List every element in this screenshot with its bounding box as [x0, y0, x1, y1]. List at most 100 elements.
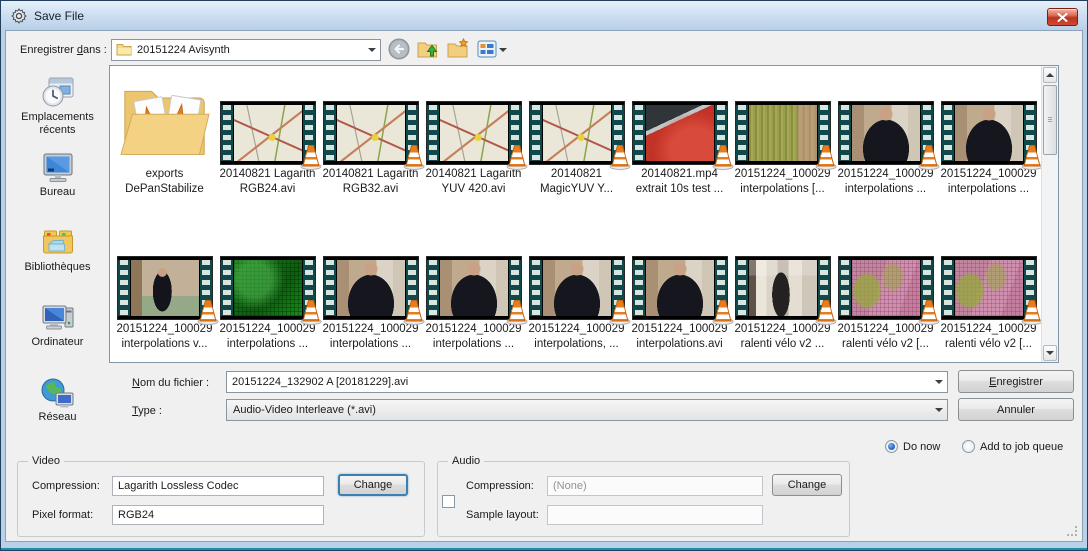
- file-name-line: exports: [145, 168, 184, 180]
- look-in-value: 20151224 Avisynth: [137, 44, 230, 56]
- video-frame: [233, 260, 302, 316]
- file-name: 20151224_100029 ralenti vélo v2 [...: [941, 322, 1037, 352]
- thumbnail: [220, 68, 321, 170]
- do-now-radio-icon[interactable]: [885, 440, 898, 453]
- file-item[interactable]: exports DePanStabilize: [114, 68, 215, 197]
- file-item[interactable]: 20151224_100029 interpolations, ...: [526, 223, 630, 352]
- filename-label: Nom du fichier :: [132, 377, 210, 389]
- thumbnail: [323, 68, 424, 170]
- file-name-line: ralenti vélo v2 ...: [740, 338, 825, 350]
- file-item[interactable]: 20140821 MagicYUV Y...: [526, 68, 630, 197]
- file-item[interactable]: 20140821.mp4 extrait 10s test ...: [629, 68, 733, 197]
- radio-add-to-job-queue[interactable]: Add to job queue: [962, 440, 1063, 453]
- file-item[interactable]: 20140821 Lagarith RGB32.avi: [320, 68, 424, 197]
- film-sprocket-left: [426, 260, 439, 316]
- video-change-button[interactable]: Change: [338, 474, 408, 496]
- scroll-down-button[interactable]: [1043, 345, 1057, 361]
- titlebar: Save File: [1, 1, 1087, 30]
- vlc-cone-icon: [1020, 297, 1041, 325]
- filename-dropdown-caret-icon[interactable]: [930, 372, 947, 392]
- close-button[interactable]: [1047, 8, 1078, 26]
- file-item[interactable]: 20151224_100029 ralenti vélo v2 [...: [938, 223, 1041, 352]
- back-icon: [388, 38, 410, 63]
- video-frame: [542, 105, 611, 161]
- video-thumbnail: [323, 257, 424, 325]
- file-name-line: ralenti vélo v2 [...: [945, 338, 1032, 350]
- file-item[interactable]: 20151224_100029 interpolations ...: [835, 68, 939, 197]
- film-sprocket-left: [323, 260, 336, 316]
- file-name: 20151224_100029 interpolations ...: [426, 322, 522, 352]
- add-queue-radio-icon[interactable]: [962, 440, 975, 453]
- sidebar-item-label: Bureau: [39, 186, 76, 198]
- audio-change-button[interactable]: Change: [772, 474, 842, 496]
- vlc-cone-icon: [505, 297, 529, 325]
- pixel-format-label: Pixel format:: [32, 509, 94, 521]
- video-frame: [645, 260, 714, 316]
- file-row: exports DePanStabilize 20140821 Lagarith RG…: [110, 68, 1041, 197]
- sidebar-item-computer[interactable]: Ordinateur: [10, 296, 106, 371]
- vlc-cone-icon: [1020, 142, 1041, 170]
- video-thumbnail: [117, 257, 218, 325]
- folder-icon: [119, 76, 211, 164]
- video-thumbnail: [529, 102, 630, 170]
- sidebar-item-desktop[interactable]: Bureau: [10, 146, 106, 221]
- video-frame: [439, 105, 508, 161]
- file-name-line: interpolations [...: [740, 183, 825, 195]
- file-item[interactable]: 20140821 Lagarith YUV 420.avi: [423, 68, 527, 197]
- look-in-combobox[interactable]: 20151224 Avisynth: [111, 39, 381, 61]
- file-name-line: interpolations ...: [226, 338, 309, 350]
- scrollbar[interactable]: [1041, 66, 1058, 362]
- video-thumbnail: [426, 257, 527, 325]
- computer-icon: [40, 296, 76, 336]
- type-value: Audio-Video Interleave (*.avi): [233, 404, 376, 416]
- audio-enable-checkbox[interactable]: [442, 495, 455, 508]
- film-sprocket-left: [632, 105, 645, 161]
- thumbnail: [426, 68, 527, 170]
- sidebar-item-network[interactable]: Réseau: [10, 371, 106, 446]
- create-new-folder-button[interactable]: [446, 37, 471, 62]
- file-grid: exports DePanStabilize 20140821 Lagarith RG…: [110, 66, 1041, 362]
- gear-app-icon: [10, 7, 27, 24]
- dropdown-caret-icon[interactable]: [363, 40, 380, 60]
- file-item[interactable]: 20151224_100029 interpolations v...: [114, 223, 218, 352]
- file-item[interactable]: 20151224_100029 interpolations ...: [320, 223, 424, 352]
- file-name-line: MagicYUV Y...: [539, 183, 614, 195]
- file-item[interactable]: 20151224_100029 interpolations ...: [423, 223, 527, 352]
- sidebar-item-recent-places[interactable]: Emplacements récents: [10, 71, 106, 146]
- back-button[interactable]: [387, 38, 411, 62]
- file-item[interactable]: 20151224_100029 ralenti vélo v2 [...: [835, 223, 939, 352]
- file-item[interactable]: 20140821 Lagarith RGB24.avi: [217, 68, 321, 197]
- type-dropdown-caret-icon[interactable]: [930, 400, 947, 420]
- look-in-label: Enregistrer dans :: [20, 44, 107, 56]
- file-item[interactable]: 20151224_100029 interpolations ...: [938, 68, 1041, 197]
- vlc-cone-icon: [917, 297, 941, 325]
- audio-group-title: Audio: [448, 455, 485, 467]
- type-combobox[interactable]: Audio-Video Interleave (*.avi): [226, 399, 948, 421]
- filename-input[interactable]: [227, 372, 929, 392]
- video-group: Video Compression: Lagarith Lossless Cod…: [17, 455, 425, 537]
- up-one-level-button[interactable]: [416, 38, 441, 62]
- film-sprocket-left: [838, 260, 851, 316]
- view-menu-button[interactable]: [476, 38, 508, 62]
- recent-places-icon: [40, 71, 76, 111]
- sidebar-item-label: Réseau: [38, 411, 77, 423]
- thumbnail: [632, 223, 733, 325]
- thumbnail: [119, 68, 211, 164]
- sidebar-item-libraries[interactable]: Bibliothèques: [10, 221, 106, 296]
- file-item[interactable]: 20151224_100029 interpolations ...: [217, 223, 321, 352]
- file-item[interactable]: 20151224_100029 interpolations [...: [732, 68, 836, 197]
- vlc-cone-icon: [711, 142, 735, 170]
- resize-grip[interactable]: [1066, 525, 1079, 538]
- video-thumbnail: [838, 257, 939, 325]
- sidebar-item-label: Ordinateur: [31, 336, 84, 348]
- scroll-up-button[interactable]: [1043, 67, 1057, 83]
- save-button[interactable]: Enregistrer: [958, 370, 1074, 393]
- vlc-cone-icon: [299, 142, 323, 170]
- radio-do-now[interactable]: Do now: [885, 440, 940, 453]
- file-item[interactable]: 20151224_100029 ralenti vélo v2 ...: [732, 223, 836, 352]
- file-item[interactable]: 20151224_100029 interpolations.avi: [629, 223, 733, 352]
- cancel-button[interactable]: Annuler: [958, 398, 1074, 421]
- file-name: 20151224_100029 interpolations ...: [220, 322, 316, 352]
- vlc-cone-icon: [402, 297, 426, 325]
- scroll-thumb[interactable]: [1043, 85, 1057, 155]
